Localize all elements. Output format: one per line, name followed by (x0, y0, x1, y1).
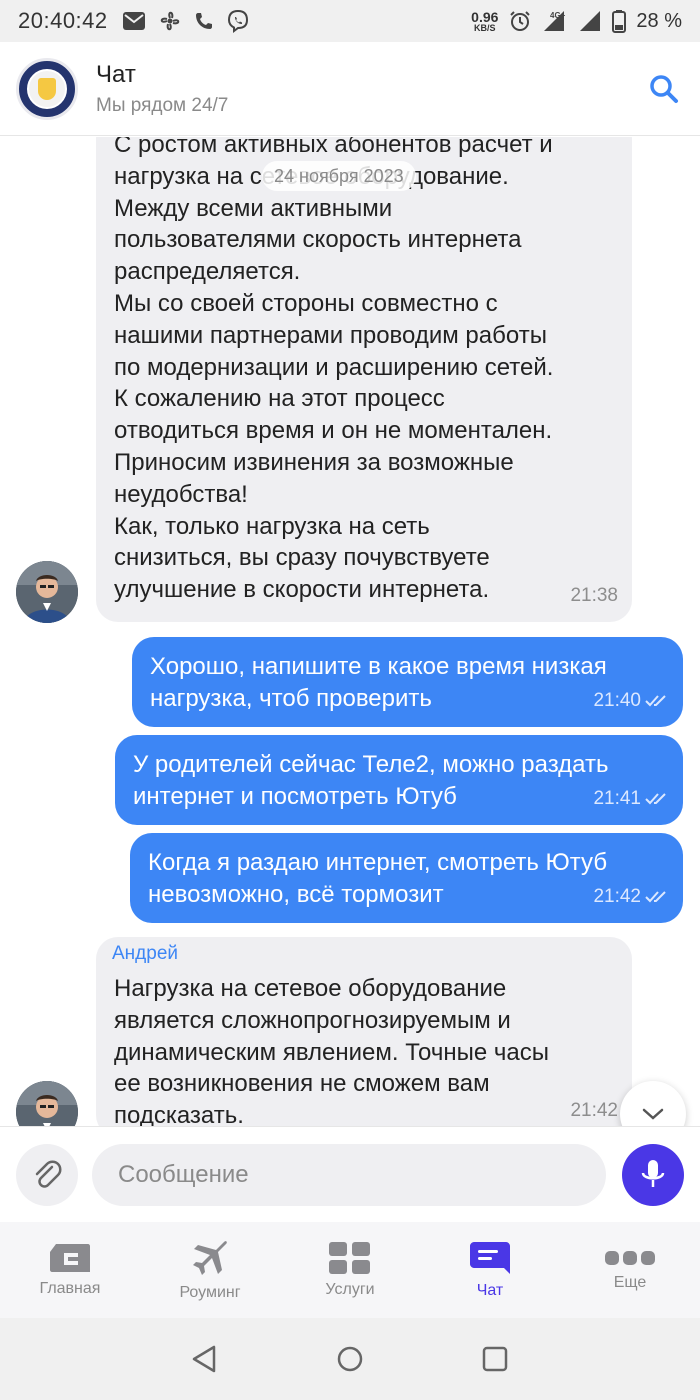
phone-icon (195, 13, 212, 29)
recents-icon[interactable] (480, 1344, 510, 1374)
search-button[interactable] (644, 69, 684, 109)
voice-message-button[interactable] (622, 1143, 684, 1206)
tab-more[interactable]: Еще (560, 1222, 700, 1318)
tab-label: Еще (613, 1274, 647, 1291)
chevron-down-icon (642, 1108, 664, 1120)
tab-label: Услуги (325, 1281, 375, 1298)
status-bar: 20:40:42 0.96 KB/S 4G+ 28 % (0, 0, 700, 42)
message-input[interactable] (92, 1143, 606, 1206)
mail-icon (122, 12, 145, 30)
message-time: 21:42 (593, 886, 641, 908)
read-checkmarks-icon (645, 695, 666, 707)
message-time: 21:38 (570, 585, 618, 607)
tab-home[interactable]: Главная (0, 1222, 140, 1318)
network-speed: 0.96 KB/S (471, 8, 499, 33)
chat-icon (470, 1242, 510, 1274)
agent-avatar (16, 561, 78, 623)
tab-label: Чат (476, 1282, 504, 1299)
message-outgoing[interactable]: У родителей сейчас Теле2, можно раздать … (115, 735, 683, 825)
date-chip: 24 ноября 2023 (262, 161, 416, 191)
bank-logo (16, 57, 78, 120)
message-outgoing[interactable]: Хорошо, напишите в какое время низкая на… (132, 637, 683, 727)
bottom-tab-bar: Главная Роуминг Услуги Чат Еще (0, 1222, 700, 1318)
message-outgoing[interactable]: Когда я раздаю интернет, смотреть Ютуб н… (130, 833, 683, 923)
search-icon (650, 74, 678, 103)
home-icon[interactable] (335, 1344, 365, 1374)
message-meta: 21:40 (593, 685, 669, 717)
chat-header: Чат Мы рядом 24/7 (0, 42, 700, 136)
grid-icon (329, 1242, 370, 1274)
read-checkmarks-icon (645, 891, 666, 903)
tab-label: Главная (39, 1280, 101, 1297)
tab-chat[interactable]: Чат (420, 1222, 560, 1318)
message-time: 21:42 (570, 1100, 618, 1122)
tab-roaming[interactable]: Роуминг (140, 1222, 280, 1318)
viber-icon (227, 9, 248, 33)
message-time: 21:40 (593, 690, 641, 712)
message-time: 21:41 (593, 788, 641, 810)
page-title: Чат (96, 60, 136, 88)
attach-button[interactable] (16, 1143, 78, 1206)
paperclip-icon (35, 1160, 62, 1188)
message-sender: Андрей (112, 943, 178, 964)
message-meta: 21:42 (570, 1095, 618, 1126)
message-composer (0, 1126, 700, 1222)
page-subtitle: Мы рядом 24/7 (96, 94, 229, 116)
fan-icon (160, 11, 179, 31)
message-meta: 21:42 (593, 881, 669, 913)
status-time: 20:40:42 (18, 8, 108, 33)
message-meta: 21:38 (570, 580, 618, 612)
alarm-icon (510, 11, 531, 31)
message-meta: 21:41 (593, 783, 669, 815)
message-text: Хорошо, напишите в какое время низкая на… (150, 653, 607, 712)
notification-icons (122, 9, 250, 33)
more-icon (605, 1251, 655, 1265)
battery-icon (612, 10, 627, 33)
message-incoming[interactable]: Андрей Нагрузка на сетевое оборудование … (96, 937, 632, 1126)
tab-label: Роуминг (179, 1284, 241, 1301)
message-text: С ростом активных абонентов расчет и наг… (114, 137, 554, 604)
message-text: У родителей сейчас Теле2, можно раздать … (133, 751, 609, 810)
message-text: Когда я раздаю интернет, смотреть Ютуб н… (148, 849, 608, 908)
signal-icon (580, 11, 601, 31)
svg-text:4G+: 4G+ (550, 11, 566, 20)
battery-percent: 28 % (636, 9, 682, 32)
system-nav-bar (0, 1318, 700, 1400)
message-text: Нагрузка на сетевое оборудование являетс… (114, 975, 549, 1126)
agent-avatar (16, 1081, 78, 1126)
tab-services[interactable]: Услуги (280, 1222, 420, 1318)
signal-4g-icon: 4G+ (544, 11, 566, 31)
message-incoming[interactable]: С ростом активных абонентов расчет и наг… (96, 137, 632, 622)
airplane-icon (193, 1241, 227, 1275)
read-checkmarks-icon (645, 793, 666, 805)
microphone-icon (641, 1159, 665, 1187)
status-right: 0.96 KB/S 4G+ 28 % (471, 9, 682, 33)
home-card-icon (50, 1244, 90, 1272)
back-icon[interactable] (190, 1344, 220, 1374)
chat-messages[interactable]: С ростом активных абонентов расчет и наг… (0, 137, 700, 1126)
